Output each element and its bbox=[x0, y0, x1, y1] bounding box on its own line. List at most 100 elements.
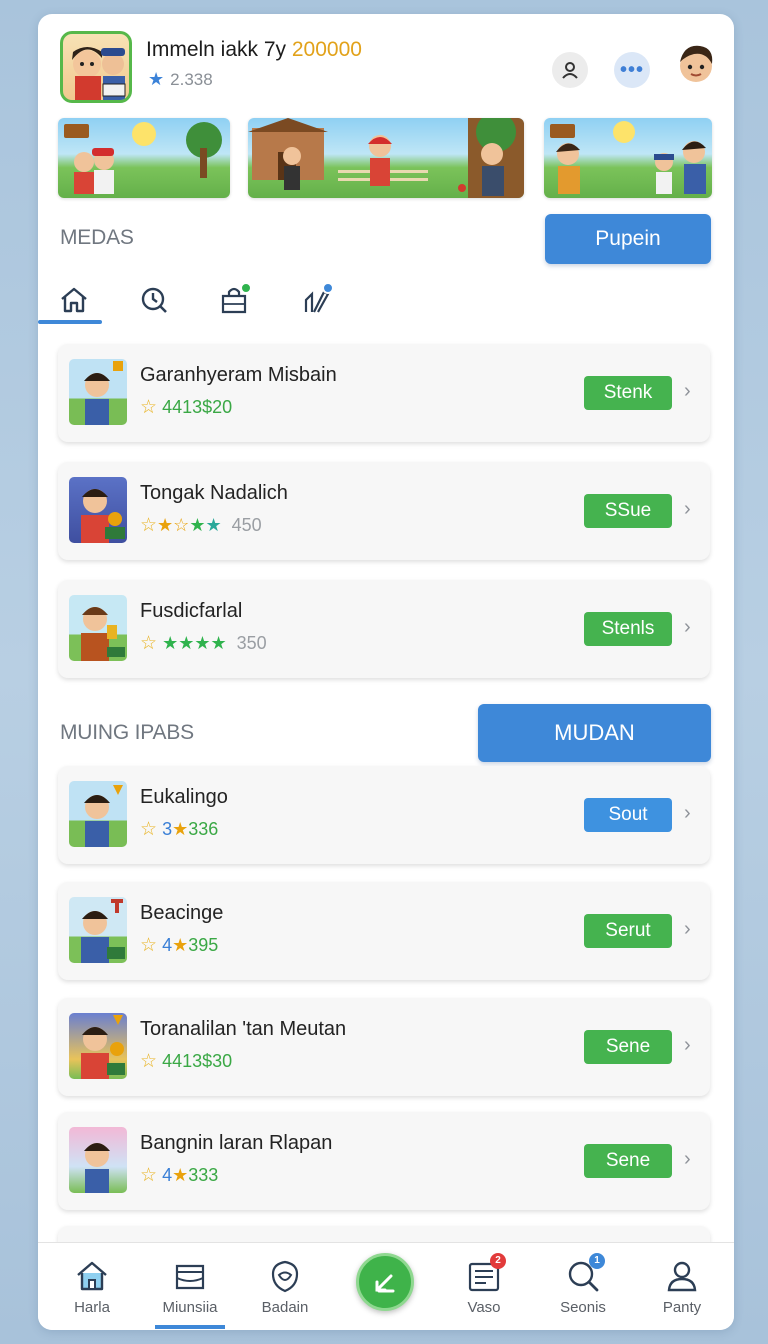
rating-value: 336 bbox=[188, 819, 219, 839]
active-tab-indicator bbox=[38, 320, 102, 324]
item-name: Eukalingo bbox=[140, 786, 228, 808]
banner-item[interactable] bbox=[58, 118, 230, 198]
app-icon[interactable] bbox=[60, 31, 132, 103]
user-icon bbox=[562, 62, 578, 79]
star-icon: ★ bbox=[172, 935, 189, 955]
star-outline-icon: ☆ bbox=[140, 819, 158, 840]
item-thumbnail bbox=[69, 897, 127, 963]
star-outline-icon: ☆ bbox=[140, 1165, 158, 1186]
chevron-right-icon[interactable]: › bbox=[684, 498, 691, 521]
rating-value: 4413$20 bbox=[162, 397, 233, 417]
tab-badge bbox=[322, 282, 334, 294]
nav-item-miunsiia[interactable]: Miunsiia bbox=[150, 1257, 230, 1316]
banner-item[interactable] bbox=[248, 118, 524, 198]
compose-button[interactable] bbox=[356, 1253, 414, 1311]
list-item[interactable]: Toranalilan 'tan Meutan ☆ 4413$30 Sene › bbox=[58, 998, 710, 1096]
item-rating: ☆ ★★★★ 350 bbox=[140, 632, 267, 655]
nav-item-badain[interactable]: Badain bbox=[245, 1257, 325, 1316]
app-title: Immeln iakk 7y 200000 bbox=[146, 38, 362, 62]
chevron-right-icon[interactable]: › bbox=[684, 802, 691, 825]
more-button[interactable]: ••• bbox=[614, 52, 650, 88]
nav-label: Miunsiia bbox=[162, 1299, 218, 1316]
tab-home[interactable] bbox=[54, 280, 94, 320]
rating-value: 3 bbox=[162, 819, 173, 839]
rating-value: 450 bbox=[231, 515, 262, 535]
tab-history[interactable] bbox=[134, 280, 174, 320]
chevron-right-icon[interactable]: › bbox=[684, 616, 691, 639]
nav-label: Badain bbox=[261, 1299, 309, 1316]
notification-badge: 2 bbox=[490, 1253, 506, 1269]
nav-label: Seonis bbox=[560, 1299, 606, 1316]
box-icon bbox=[175, 1264, 205, 1290]
active-nav-indicator bbox=[155, 1325, 225, 1329]
item-action-button[interactable]: Sene bbox=[584, 1030, 672, 1064]
tab-tools[interactable] bbox=[296, 280, 336, 320]
edit-icon bbox=[375, 1274, 395, 1293]
nav-item-panty[interactable]: Panty bbox=[642, 1257, 722, 1316]
item-name: Garanhyeram Misbain bbox=[140, 364, 337, 386]
nav-label: Vaso bbox=[467, 1299, 501, 1316]
banner-tag bbox=[64, 124, 89, 138]
item-rating: ☆ 4★395 bbox=[140, 934, 218, 957]
star-outline-icon: ☆ bbox=[140, 935, 158, 956]
star-outline-icon: ☆ bbox=[140, 1051, 158, 1072]
app-title-accent: 200000 bbox=[291, 38, 362, 61]
item-action-button[interactable]: Serut bbox=[584, 914, 672, 948]
rating-value: 4413$30 bbox=[162, 1051, 233, 1071]
item-thumbnail bbox=[69, 477, 127, 543]
app-rating: ★ 2.338 bbox=[148, 69, 213, 90]
item-thumbnail bbox=[69, 595, 127, 661]
item-action-button[interactable]: Stenk bbox=[584, 376, 672, 410]
nav-item-vaso[interactable]: 2 Vaso bbox=[444, 1253, 524, 1316]
item-name: Fusdicfarlal bbox=[140, 600, 243, 622]
tab-badge bbox=[240, 282, 252, 294]
notification-badge: 1 bbox=[589, 1253, 605, 1269]
item-action-button[interactable]: Stenls bbox=[584, 612, 672, 646]
item-rating: ☆ 4413$30 bbox=[140, 1050, 232, 1073]
item-name: Tongak Nadalich bbox=[140, 482, 288, 504]
item-rating: ☆ 4★333 bbox=[140, 1164, 218, 1187]
app-rating-value: 2.338 bbox=[170, 70, 213, 89]
banner-tag bbox=[550, 124, 575, 138]
list-item[interactable]: Fusdicfarlal ☆ ★★★★ 350 Stenls › bbox=[58, 580, 710, 678]
rating-value: 333 bbox=[188, 1165, 219, 1185]
item-thumbnail bbox=[69, 1127, 127, 1193]
tab-bar bbox=[38, 276, 734, 326]
app-window: Immeln iakk 7y 200000 ★ 2.338 ••• MEDAS … bbox=[38, 14, 734, 1330]
list-item[interactable]: Bangnin laran Rlapan ☆ 4★333 Sene › bbox=[58, 1112, 710, 1210]
chevron-right-icon[interactable]: › bbox=[684, 918, 691, 941]
item-name: Beacinge bbox=[140, 902, 224, 924]
item-thumbnail bbox=[69, 359, 127, 425]
chevron-right-icon[interactable]: › bbox=[684, 1034, 691, 1057]
tab-shop[interactable] bbox=[214, 280, 254, 320]
item-action-button[interactable]: Sene bbox=[584, 1144, 672, 1178]
chevron-right-icon[interactable]: › bbox=[684, 380, 691, 403]
profile-button[interactable] bbox=[552, 52, 588, 88]
list-item[interactable]: Garanhyeram Misbain ☆ 4413$20 Stenk › bbox=[58, 344, 710, 442]
app-title-text: Immeln iakk 7y bbox=[146, 38, 292, 61]
shield-icon bbox=[271, 1260, 299, 1293]
avatar[interactable] bbox=[672, 40, 720, 88]
star-icon: ★★★★ bbox=[162, 633, 227, 653]
nav-label: Panty bbox=[662, 1299, 702, 1316]
pupein-button[interactable]: Pupein bbox=[545, 214, 711, 264]
nav-item-home[interactable]: Harla bbox=[52, 1257, 132, 1316]
list-item[interactable]: Eukalingo ☆ 3★336 Sout › bbox=[58, 766, 710, 864]
item-action-button[interactable]: SSue bbox=[584, 494, 672, 528]
list-item[interactable]: Tongak Nadalich ☆★☆★★ 450 SSue › bbox=[58, 462, 710, 560]
item-rating: ☆ 4413$20 bbox=[140, 396, 232, 419]
item-name: Bangnin laran Rlapan bbox=[140, 1132, 333, 1154]
item-action-button[interactable]: Sout bbox=[584, 798, 672, 832]
star-outline-icon: ☆ bbox=[140, 515, 158, 536]
person-icon bbox=[667, 1261, 697, 1292]
chevron-right-icon[interactable]: › bbox=[684, 1148, 691, 1171]
list-item[interactable]: Beacinge ☆ 4★395 Serut › bbox=[58, 882, 710, 980]
mudan-button[interactable]: MUDAN bbox=[478, 704, 711, 762]
star-icon: ★ bbox=[189, 515, 206, 535]
item-thumbnail bbox=[69, 781, 127, 847]
star-icon: ★ bbox=[148, 69, 165, 89]
nav-item-seonis[interactable]: 1 Seonis bbox=[543, 1253, 623, 1316]
rating-value: 4 bbox=[162, 935, 173, 955]
banner-item[interactable] bbox=[544, 118, 712, 198]
item-rating: ☆ 3★336 bbox=[140, 818, 218, 841]
